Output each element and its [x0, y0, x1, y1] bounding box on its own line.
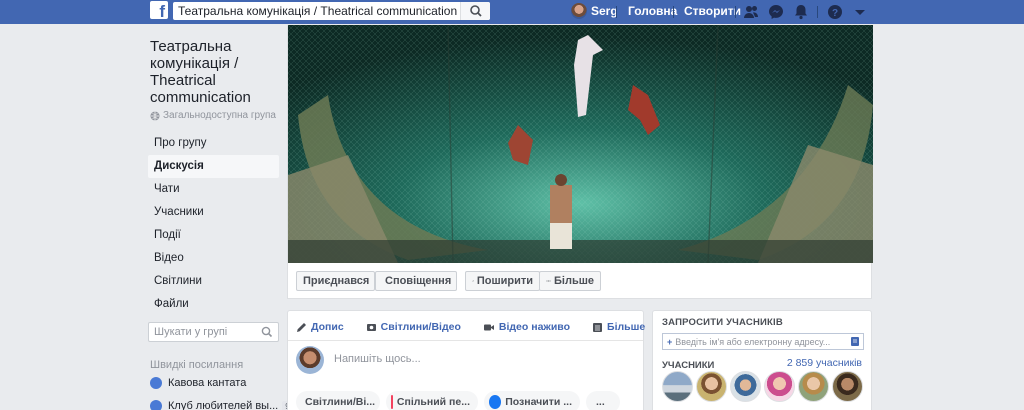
account-menu-icon[interactable]: [851, 3, 869, 21]
help-icon[interactable]: ?: [826, 3, 844, 21]
invite-heading: ЗАПРОСИТИ УЧАСНИКІВ: [662, 317, 783, 328]
nav-item-about[interactable]: Про групу: [148, 132, 279, 155]
group-search-input[interactable]: Шукати у групі: [148, 322, 279, 342]
group-privacy: Загальнодоступна група: [150, 110, 276, 121]
tab-live-video-label: Відео наживо: [498, 321, 571, 333]
member-avatar[interactable]: [832, 371, 863, 402]
share-label: Поширити: [476, 275, 533, 287]
camera-icon: [366, 323, 376, 331]
user-avatar: [296, 346, 324, 374]
search-button[interactable]: [460, 2, 490, 20]
members-count-link[interactable]: 2 859 учасників: [787, 357, 862, 369]
member-avatars: [662, 371, 863, 402]
invite-placeholder: Введіть ім'я або електронну адресу...: [675, 336, 831, 347]
cover-photo[interactable]: [288, 25, 873, 263]
photo-video-pill-label: Світлини/Ві...: [305, 396, 376, 408]
shortcut-item[interactable]: Кавова кантата: [150, 375, 246, 391]
tag-friends-pill-label: Позначити ...: [505, 396, 572, 408]
search-icon: [470, 5, 482, 17]
post-composer: Допис Світлини/Відео Відео наживо Більше…: [287, 310, 645, 410]
address-book-icon[interactable]: [850, 336, 860, 347]
facebook-logo[interactable]: f: [150, 1, 168, 19]
joined-label: Приєднався: [303, 275, 370, 287]
video-camera-icon: [483, 324, 494, 330]
tab-more-label: Більше: [607, 321, 646, 333]
notifications-icon[interactable]: [792, 3, 810, 21]
tab-photo-video[interactable]: Світлини/Відео: [366, 321, 461, 333]
more-label: Більше: [554, 275, 594, 287]
tab-more[interactable]: Більше: [592, 321, 645, 333]
more-button[interactable]: Більше: [539, 271, 601, 291]
pencil-icon: [297, 322, 306, 332]
shortcut-item[interactable]: Клуб любителей вы... 9: [150, 398, 293, 410]
divider: [817, 6, 818, 18]
invite-members-box: ЗАПРОСИТИ УЧАСНИКІВ + Введіть ім'я або е…: [652, 310, 872, 410]
top-navigation-bar: f Театральна комунікація / Theatrical co…: [0, 0, 1024, 24]
search-query-text: Театральна комунікація / Theatrical comm…: [178, 4, 458, 18]
photo-video-pill[interactable]: Світлини/Ві...: [296, 391, 380, 410]
nav-item-chats[interactable]: Чати: [148, 178, 279, 201]
more-options-pill[interactable]: ...: [586, 391, 620, 410]
members-heading: УЧАСНИКИ: [662, 360, 715, 371]
tag-people-icon: [489, 395, 502, 409]
profile-link[interactable]: Serg: [571, 2, 618, 20]
group-navigation: Про групу Дискусія Чати Учасники Події В…: [148, 132, 279, 316]
divider: [288, 340, 643, 341]
divider: [616, 6, 617, 18]
user-avatar: [571, 3, 587, 19]
messenger-icon[interactable]: [767, 3, 785, 21]
tab-photo-video-label: Світлини/Відео: [380, 321, 461, 333]
more-dots-icon: [546, 280, 551, 282]
plus-icon: +: [667, 336, 673, 347]
share-button[interactable]: Поширити: [465, 271, 540, 291]
global-search-input[interactable]: Театральна комунікація / Theatrical comm…: [173, 2, 490, 20]
divider: [673, 6, 674, 18]
member-avatar[interactable]: [696, 371, 727, 402]
group-privacy-label: Загальнодоступна група: [163, 110, 276, 121]
tag-friends-pill[interactable]: Позначити ...: [484, 391, 580, 410]
user-name: Serg: [591, 4, 618, 18]
invite-input[interactable]: + Введіть ім'я або електронну адресу...: [662, 333, 864, 350]
create-link[interactable]: Створити: [684, 4, 741, 18]
popcorn-icon: [391, 395, 393, 409]
joined-button[interactable]: Приєднався: [296, 271, 375, 291]
nav-item-members[interactable]: Учасники: [148, 201, 279, 224]
tab-live-video[interactable]: Відео наживо: [483, 321, 570, 333]
group-icon: [150, 377, 162, 389]
group-header: Приєднався Сповіщення Поширити Більше: [287, 25, 873, 299]
nav-item-videos[interactable]: Відео: [148, 247, 279, 270]
home-link[interactable]: Головна: [628, 4, 677, 18]
member-avatar[interactable]: [798, 371, 829, 402]
shortcuts-heading: Швидкі посилання: [150, 359, 244, 371]
notifications-label: Сповіщення: [385, 275, 452, 287]
grid-icon: [593, 322, 603, 332]
divider: [735, 6, 736, 18]
shortcut-label: Кавова кантата: [168, 377, 247, 389]
composer-placeholder[interactable]: Напишіть щось...: [334, 353, 421, 365]
group-title[interactable]: Театральна комунікація / Theatrical comm…: [150, 38, 280, 106]
tab-post-label: Допис: [311, 321, 344, 333]
search-icon[interactable]: [261, 326, 273, 338]
composer-tabs: Допис Світлини/Відео Відео наживо Більше: [296, 317, 645, 337]
svg-text:?: ?: [832, 8, 838, 19]
composer-quick-actions: Світлини/Ві... Спільний пе... Позначити …: [296, 391, 620, 410]
friends-icon[interactable]: [742, 3, 760, 21]
group-icon: [150, 400, 162, 410]
globe-icon: [150, 111, 160, 120]
watch-party-pill[interactable]: Спільний пе...: [386, 391, 478, 410]
tab-post[interactable]: Допис: [296, 321, 344, 333]
member-avatar[interactable]: [662, 371, 693, 402]
notifications-button[interactable]: Сповіщення: [375, 271, 457, 291]
share-icon: [472, 280, 474, 282]
member-avatar[interactable]: [764, 371, 795, 402]
watch-party-pill-label: Спільний пе...: [396, 396, 470, 408]
nav-item-photos[interactable]: Світлини: [148, 270, 279, 293]
nav-item-discussion[interactable]: Дискусія: [148, 155, 279, 178]
member-avatar[interactable]: [730, 371, 761, 402]
shortcut-label: Клуб любителей вы...: [168, 400, 279, 410]
nav-item-files[interactable]: Файли: [148, 293, 279, 316]
group-search-placeholder: Шукати у групі: [154, 326, 228, 338]
nav-item-events[interactable]: Події: [148, 224, 279, 247]
